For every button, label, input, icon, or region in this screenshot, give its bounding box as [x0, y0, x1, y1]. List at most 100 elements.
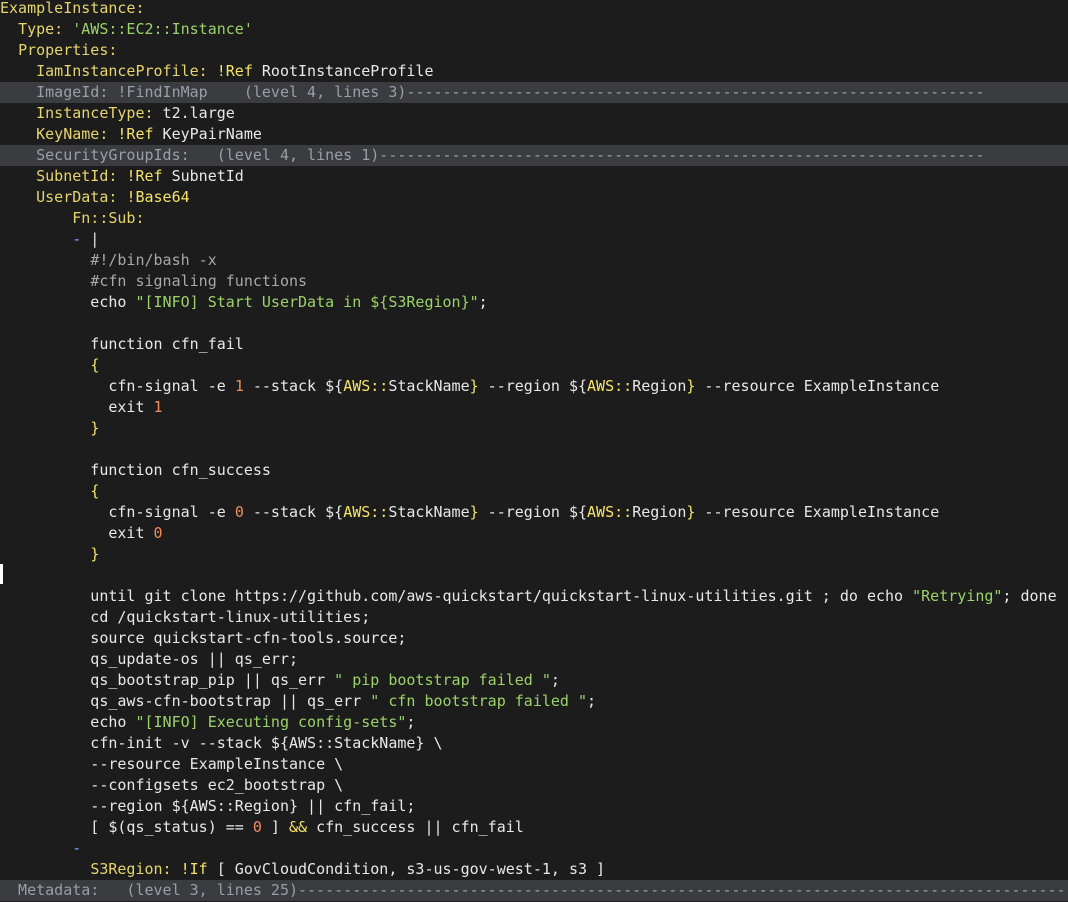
code-line[interactable]: source quickstart-cfn-tools.source;	[0, 628, 1068, 649]
code-token: #cfn signaling functions	[90, 272, 308, 290]
code-token: ;	[550, 671, 560, 689]
code-line[interactable]: {	[0, 355, 1068, 376]
code-token: Fn::Sub:	[72, 209, 145, 227]
code-line[interactable]	[0, 313, 1068, 334]
code-line[interactable]: [ $(qs_status) == 0 ] && cfn_success || …	[0, 817, 1068, 838]
code-token: --region ${	[478, 503, 588, 521]
code-token: #!/bin/bash -x	[90, 251, 217, 269]
code-line[interactable]: #!/bin/bash -x	[0, 250, 1068, 271]
code-line[interactable]: {	[0, 481, 1068, 502]
code-token: 1	[153, 398, 163, 416]
code-token: "[INFO] Start UserData in ${S3Region}"	[135, 293, 479, 311]
code-token: SubnetId	[162, 167, 244, 185]
code-token: [ GovCloudCondition, s3-us-gov-west-1, s…	[207, 860, 606, 878]
code-line[interactable]: }	[0, 418, 1068, 439]
code-token: !Ref	[117, 125, 154, 143]
code-line[interactable]: --configsets ec2_bootstrap \	[0, 775, 1068, 796]
code-line[interactable]: cfn-init -v --stack ${AWS::StackName} \	[0, 733, 1068, 754]
code-token: " pip bootstrap failed "	[334, 671, 551, 689]
folded-line[interactable]: Metadata: (level 3, lines 25)-----------…	[0, 880, 1068, 901]
code-line[interactable]: #cfn signaling functions	[0, 271, 1068, 292]
code-token: [ $(qs_status) ==	[0, 818, 253, 836]
code-token: AWS::	[343, 377, 389, 395]
code-line[interactable]: cfn-signal -e 0 --stack ${AWS::StackName…	[0, 502, 1068, 523]
code-token: -	[72, 230, 82, 248]
code-line[interactable]: --region ${AWS::Region} || cfn_fail;	[0, 796, 1068, 817]
code-line[interactable]: function cfn_fail	[0, 334, 1068, 355]
code-token: --region ${	[478, 377, 588, 395]
code-line[interactable]: Type: 'AWS::EC2::Instance'	[0, 19, 1068, 40]
code-line[interactable]: until git clone https://github.com/aws-q…	[0, 586, 1068, 607]
code-token: function cfn_fail	[0, 335, 244, 353]
code-token: AWS::	[343, 503, 389, 521]
code-token: ;	[406, 713, 416, 731]
code-token: --resource ExampleInstance	[695, 503, 940, 521]
code-line[interactable]: ExampleInstance:	[0, 0, 1068, 19]
code-token: |	[81, 230, 100, 248]
code-token: --region ${AWS::Region} || cfn_fail;	[0, 797, 416, 815]
code-line[interactable]	[0, 565, 1068, 586]
folded-line[interactable]: ImageId: !FindInMap (level 4, lines 3)--…	[0, 82, 1068, 103]
code-token: IamInstanceProfile:	[36, 62, 208, 80]
code-line[interactable]: function cfn_success	[0, 460, 1068, 481]
code-line[interactable]	[0, 439, 1068, 460]
code-line[interactable]: - |	[0, 229, 1068, 250]
code-token: --resource ExampleInstance	[695, 377, 940, 395]
fold-fill: ----------------------------------------…	[298, 881, 1068, 899]
code-token: " cfn bootstrap failed "	[370, 692, 588, 710]
code-line[interactable]: exit 1	[0, 397, 1068, 418]
code-token: 'AWS::EC2::Instance'	[72, 20, 253, 38]
code-token: }	[90, 419, 100, 437]
fold-fill: ----------------------------------------…	[379, 146, 985, 164]
code-token: "[INFO] Executing config-sets"	[135, 713, 407, 731]
code-line[interactable]: }	[0, 544, 1068, 565]
code-token: --stack ${	[243, 503, 344, 521]
code-line[interactable]: InstanceType: t2.large	[0, 103, 1068, 124]
code-token: source quickstart-cfn-tools.source;	[0, 629, 407, 647]
code-line[interactable]: qs_update-os || qs_err;	[0, 649, 1068, 670]
code-token: ; done	[1002, 587, 1057, 605]
code-line[interactable]: exit 0	[0, 523, 1068, 544]
code-token: 0	[153, 524, 163, 542]
code-line[interactable]: S3Region: !If [ GovCloudCondition, s3-us…	[0, 859, 1068, 880]
code-line[interactable]: UserData: !Base64	[0, 187, 1068, 208]
code-line[interactable]: Fn::Sub:	[0, 208, 1068, 229]
code-line[interactable]: qs_aws-cfn-bootstrap || qs_err " cfn boo…	[0, 691, 1068, 712]
code-line[interactable]: IamInstanceProfile: !Ref RootInstancePro…	[0, 61, 1068, 82]
folded-line[interactable]: SecurityGroupIds: (level 4, lines 1)----…	[0, 145, 1068, 166]
code-token: echo	[0, 293, 136, 311]
fold-summary: Metadata: (level 3, lines 25)	[0, 881, 299, 899]
code-line[interactable]: KeyName: !Ref KeyPairName	[0, 124, 1068, 145]
code-token: !If	[180, 860, 208, 878]
code-token: !Ref	[126, 167, 163, 185]
code-line[interactable]: --resource ExampleInstance \	[0, 754, 1068, 775]
code-token: }	[469, 503, 479, 521]
code-token: until git clone https://github.com/aws-q…	[0, 587, 913, 605]
code-token: exit	[0, 524, 154, 542]
code-line[interactable]: -	[0, 838, 1068, 859]
code-token: exit	[0, 398, 154, 416]
code-token: &&	[289, 818, 308, 836]
code-line[interactable]: SubnetId: !Ref SubnetId	[0, 166, 1068, 187]
code-line[interactable]: echo "[INFO] Start UserData in ${S3Regio…	[0, 292, 1068, 313]
code-token: echo	[0, 713, 136, 731]
code-line[interactable]: qs_bootstrap_pip || qs_err " pip bootstr…	[0, 670, 1068, 691]
code-line[interactable]: cfn-signal -e 1 --stack ${AWS::StackName…	[0, 376, 1068, 397]
code-line[interactable]: cd /quickstart-linux-utilities;	[0, 607, 1068, 628]
code-token: {	[90, 356, 100, 374]
code-line[interactable]: Properties:	[0, 40, 1068, 61]
code-token: cd /quickstart-linux-utilities;	[0, 608, 371, 626]
fold-summary: ImageId: !FindInMap (level 4, lines 3)	[0, 83, 407, 101]
code-editor[interactable]: ExampleInstance: Type: 'AWS::EC2::Instan…	[0, 0, 1068, 902]
code-line[interactable]: echo "[INFO] Executing config-sets";	[0, 712, 1068, 733]
